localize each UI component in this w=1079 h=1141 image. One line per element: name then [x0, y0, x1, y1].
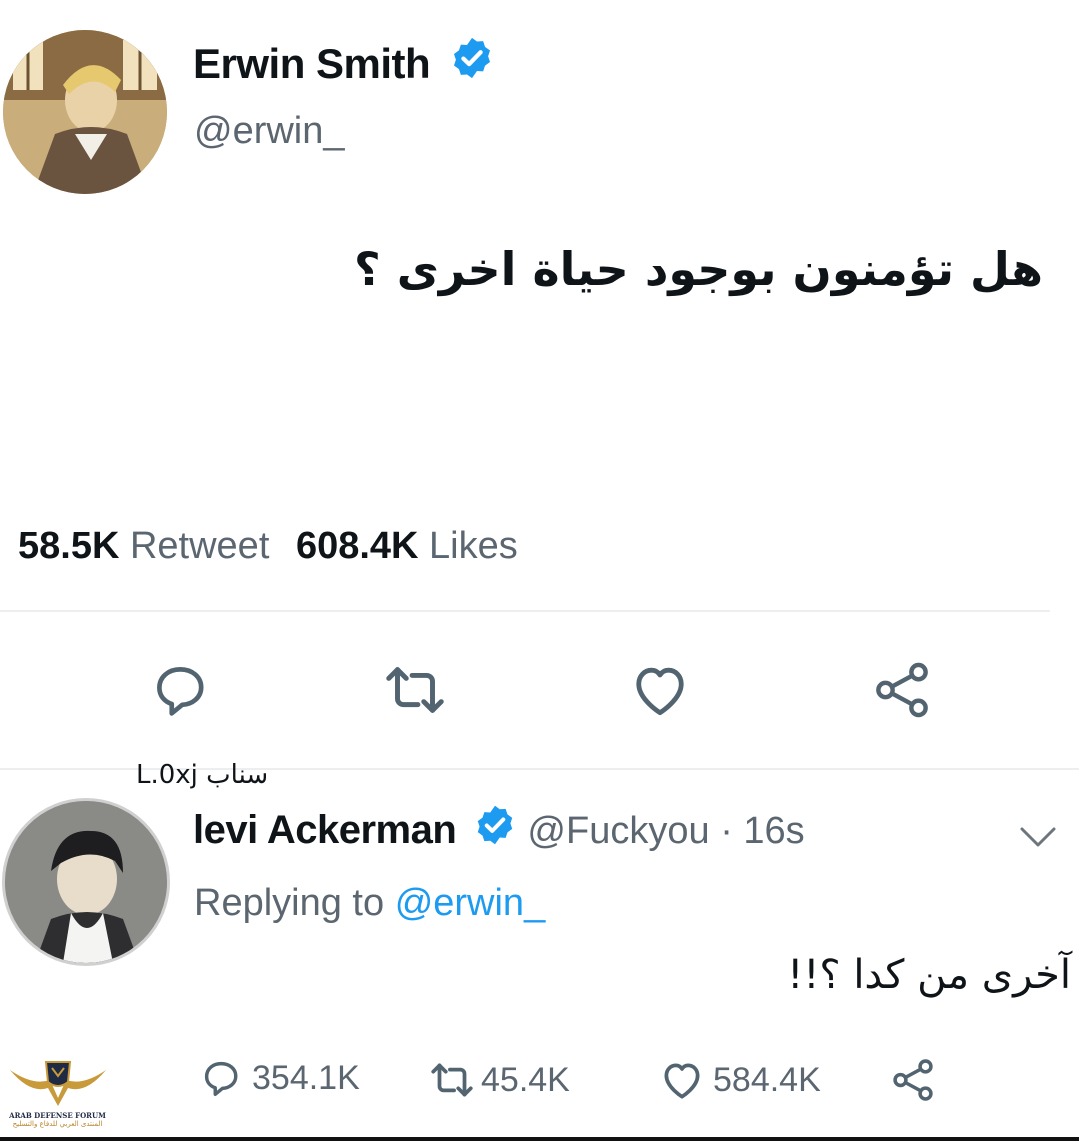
reply-icon: [204, 1061, 238, 1097]
bottom-edge: [0, 1137, 1079, 1141]
reply-separator: ·: [720, 810, 733, 852]
retweet-label[interactable]: Retweet: [130, 525, 269, 567]
likes-label[interactable]: Likes: [429, 525, 518, 567]
replying-to-handle[interactable]: @erwin_: [395, 882, 546, 924]
reply-avatar[interactable]: [2, 798, 170, 966]
reply-replies-count: 354.1K: [252, 1058, 360, 1097]
forum-logo-line1: ARAB DEFENSE FORUM: [9, 1111, 106, 1120]
tweet-text: هل تؤمنون بوجود حياة اخرى ؟: [354, 242, 1043, 296]
reply-button[interactable]: [140, 650, 220, 730]
reply-verified-badge-icon: [473, 803, 517, 857]
replying-to: Replying to @erwin_: [194, 882, 545, 925]
tweet-stats: 58.5K Retweet 608.4K Likes: [18, 525, 518, 568]
retweet-icon: [386, 667, 444, 713]
like-icon: [664, 1063, 700, 1099]
reply-icon: [157, 667, 204, 716]
reply-likes-metric[interactable]: 584.4K: [657, 1055, 821, 1105]
chevron-down-icon: [1020, 827, 1056, 847]
like-icon: [636, 667, 684, 716]
reply-likes-count: 584.4K: [713, 1060, 821, 1099]
reply-text: آخرى من كدا ؟!!: [787, 952, 1071, 998]
retweet-button[interactable]: [375, 650, 455, 730]
reply-author-handle[interactable]: @Fuckyou: [527, 810, 709, 852]
reply-share-button[interactable]: [883, 1052, 943, 1108]
author-name-text: Erwin Smith: [193, 40, 431, 87]
reply-retweets-count: 45.4K: [481, 1060, 570, 1099]
author-name[interactable]: Erwin Smith: [193, 37, 495, 91]
stats-divider: [0, 610, 1050, 612]
reply-author-name[interactable]: levi Ackerman: [193, 808, 457, 852]
retweet-icon: [431, 1063, 473, 1097]
likes-count[interactable]: 608.4K: [296, 525, 419, 567]
like-button[interactable]: [620, 650, 700, 730]
reply-more-button[interactable]: [1010, 815, 1066, 859]
forum-logo-line2: المنتدى العربي للدفاع والتسليح: [12, 1120, 103, 1128]
reply-retweets-metric[interactable]: 45.4K: [425, 1055, 570, 1105]
eagle-shield-icon: [9, 1061, 106, 1106]
reply-time[interactable]: 16s: [743, 810, 804, 852]
reply-header: levi Ackerman @Fuckyou · 16s: [193, 805, 805, 857]
retweet-count[interactable]: 58.5K: [18, 525, 119, 567]
share-button[interactable]: [862, 650, 942, 730]
reply-replies-metric[interactable]: 354.1K: [198, 1055, 360, 1101]
verified-badge-icon: [449, 35, 495, 91]
author-handle[interactable]: @erwin_: [194, 110, 345, 153]
share-icon: [876, 662, 928, 718]
author-avatar[interactable]: [3, 30, 167, 194]
forum-logo: ARAB DEFENSE FORUM المنتدى العربي للدفاع…: [0, 1058, 115, 1138]
watermark-text: سناب L.0xj: [136, 760, 269, 790]
share-icon: [893, 1059, 933, 1101]
replying-to-prefix: Replying to: [194, 882, 385, 924]
